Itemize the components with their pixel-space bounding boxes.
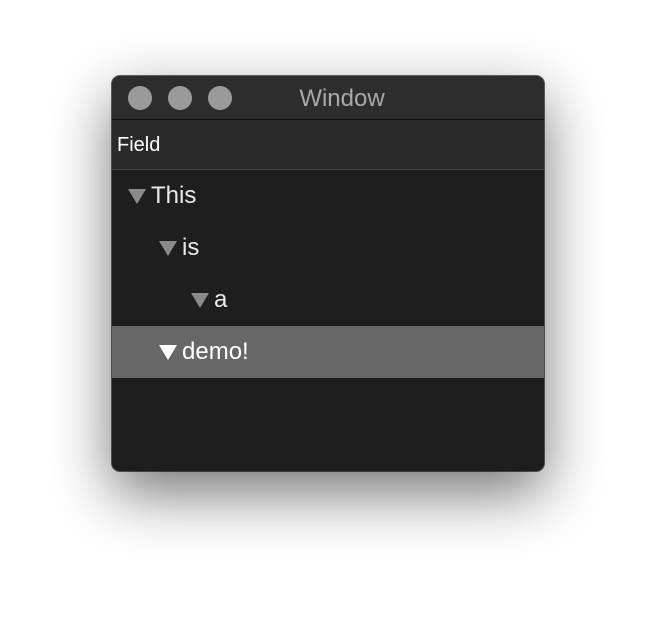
tree-row-label: demo! xyxy=(182,338,249,365)
tree-row-label: This xyxy=(151,182,197,209)
column-header-label: Field xyxy=(117,134,161,156)
column-header-field[interactable]: Field xyxy=(112,120,544,170)
window-title: Window xyxy=(299,85,385,112)
disclosure-triangle-icon[interactable] xyxy=(191,293,209,308)
disclosure-triangle-icon[interactable] xyxy=(159,241,177,256)
tree-row[interactable]: a xyxy=(112,274,544,326)
tree-row-selected[interactable]: demo! xyxy=(112,326,544,378)
outline-view: This is a demo! xyxy=(112,170,544,378)
tree-row-label: a xyxy=(214,286,228,313)
tree-row-label: is xyxy=(182,234,200,261)
disclosure-triangle-icon[interactable] xyxy=(159,345,177,360)
tree-row[interactable]: is xyxy=(112,222,544,274)
app-window: Window Field This is a demo! xyxy=(112,76,544,471)
title-bar[interactable]: Window xyxy=(112,76,544,120)
tree-row[interactable]: This xyxy=(112,170,544,222)
disclosure-triangle-icon[interactable] xyxy=(128,189,146,204)
